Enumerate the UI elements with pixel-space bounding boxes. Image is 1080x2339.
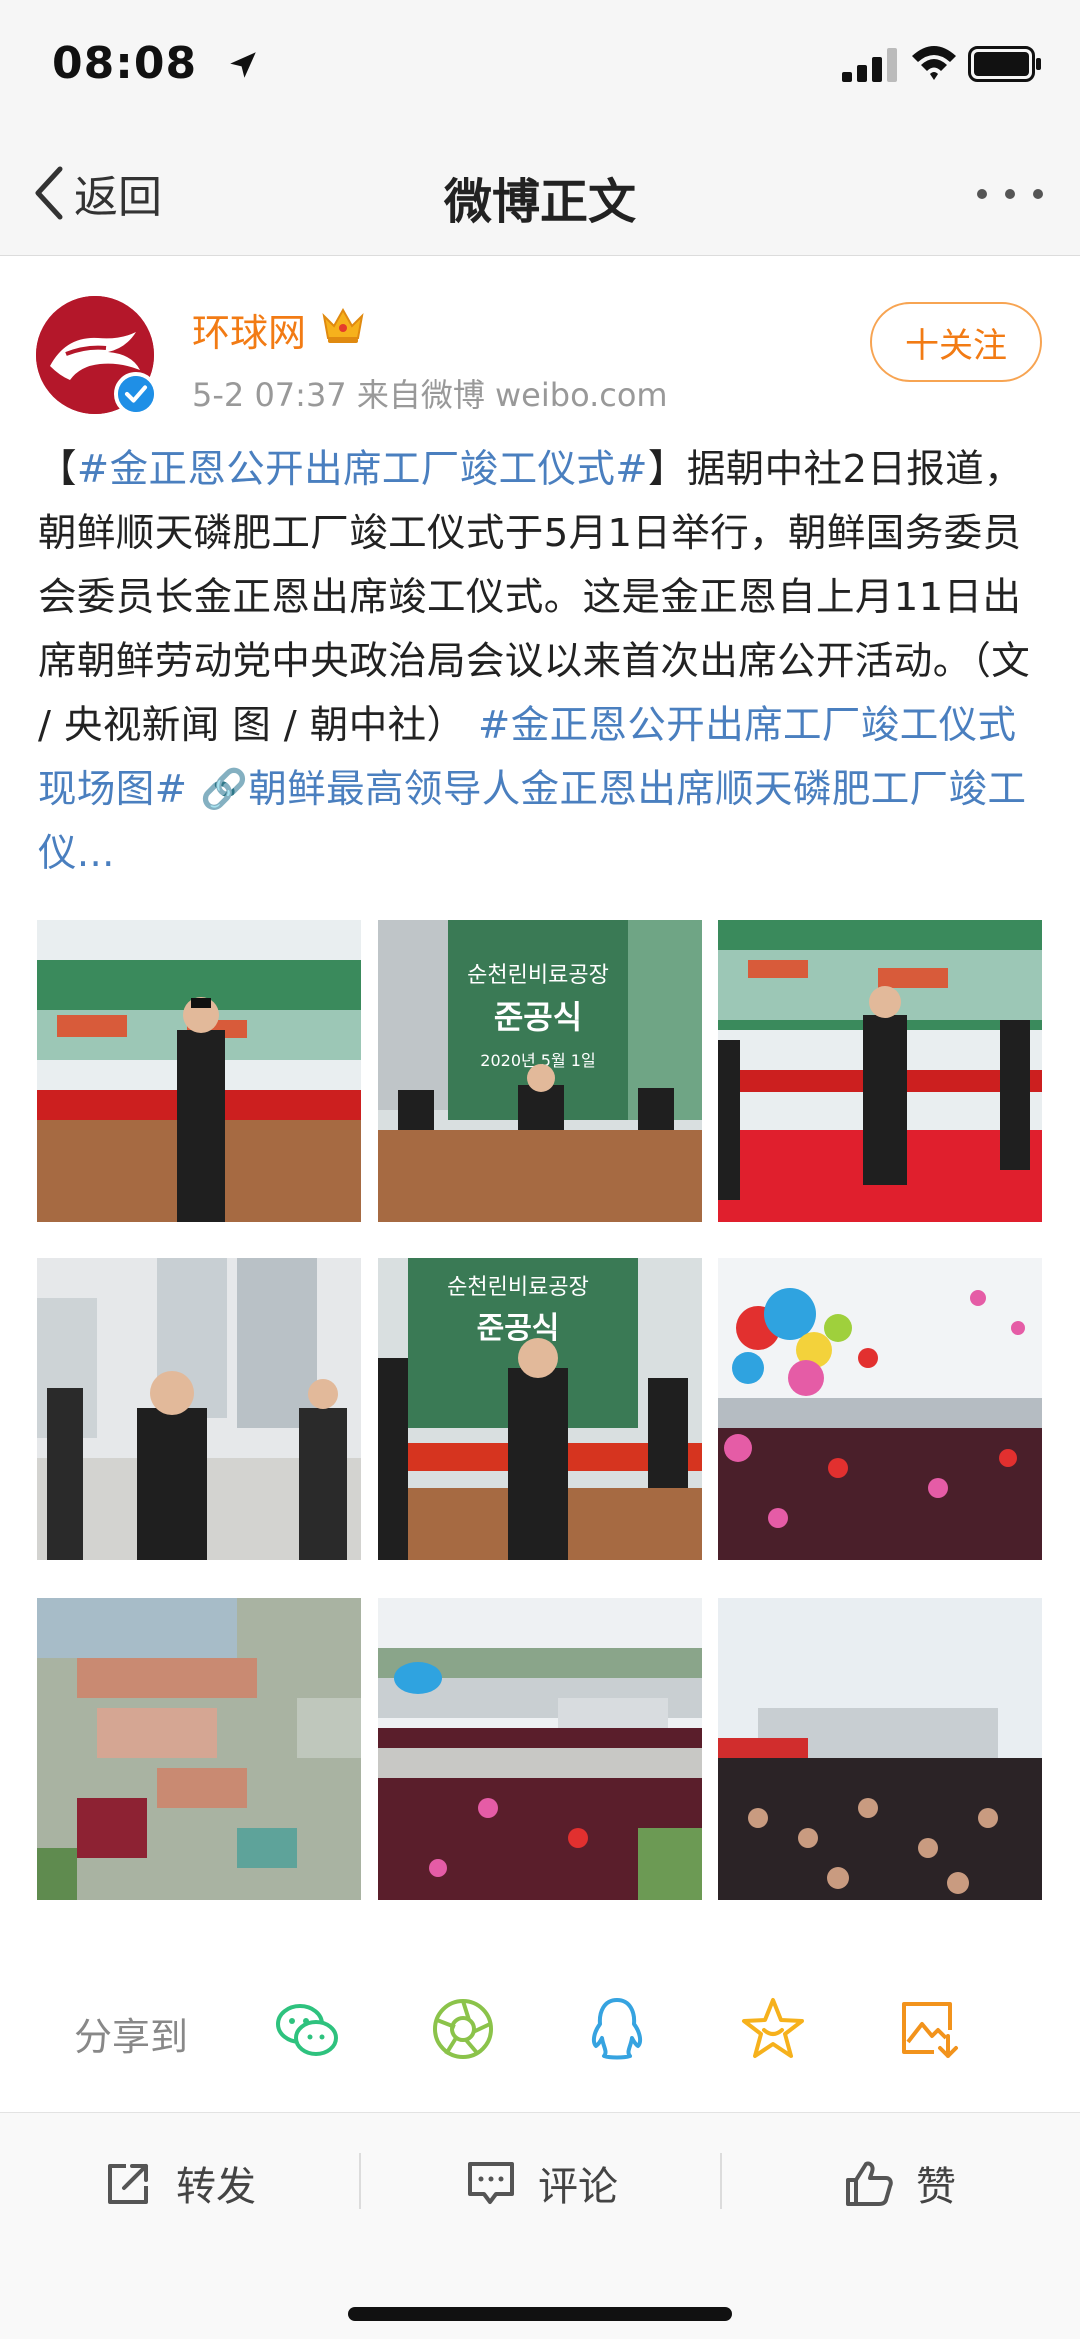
wechat-icon[interactable] — [272, 1994, 342, 2064]
comment-button[interactable]: 评论 — [466, 2151, 618, 2215]
comment-icon — [468, 2162, 514, 2204]
ceremony-sign-line-1b: 순천린비료공장 — [447, 1275, 589, 1300]
repost-label: 转发 — [176, 2164, 256, 2210]
post-photo-2[interactable]: 순천린비료공장 준공식 2020년 5월 1일 — [378, 920, 702, 1222]
post-photo-8[interactable] — [378, 1598, 702, 1900]
post-text-segment: 【 — [38, 447, 77, 492]
save-image-icon[interactable] — [894, 1994, 964, 2064]
more-options-icon[interactable] — [970, 172, 1050, 216]
home-indicator[interactable] — [348, 2307, 732, 2321]
cellular-signal-icon — [842, 48, 897, 82]
like-label: 赞 — [916, 2164, 956, 2210]
location-arrow-icon — [230, 52, 256, 78]
action-divider — [359, 2153, 361, 2209]
status-time: 08:08 — [52, 38, 198, 89]
post-photo-7[interactable] — [37, 1598, 361, 1900]
post-body: 【#金正恩公开出席工厂竣工仪式#】据朝中社2日报道，朝鲜顺天磷肥工厂竣工仪式于5… — [38, 438, 1050, 886]
battery-icon — [968, 46, 1041, 82]
share-label: 分享到 — [74, 2015, 189, 2059]
hashtag-link[interactable]: #金正恩公开出席工厂竣工仪式# — [77, 447, 648, 492]
follow-button[interactable]: 十关注 — [870, 302, 1042, 382]
nav-bar: 返回 微博正文 — [0, 132, 1080, 256]
post-photo-3[interactable] — [718, 920, 1042, 1222]
post-photo-1[interactable] — [37, 920, 361, 1222]
page-title: 微博正文 — [443, 174, 636, 230]
status-bar: 08:08 — [0, 0, 1080, 132]
action-divider — [720, 2153, 722, 2209]
like-button[interactable]: 赞 — [844, 2151, 956, 2215]
post-meta: 5-2 07:37 来自微博 weibo.com — [192, 376, 668, 414]
post-photo-9[interactable] — [718, 1598, 1042, 1900]
repost-icon — [108, 2164, 148, 2204]
bottom-action-bar: 转发 评论 赞 — [0, 2112, 1080, 2339]
verified-badge-icon — [114, 372, 158, 416]
moments-icon[interactable] — [428, 1994, 498, 2064]
post-text-segment — [187, 767, 200, 812]
qq-icon[interactable] — [582, 1994, 652, 2064]
thumbs-up-icon — [846, 2161, 893, 2206]
crown-icon — [322, 307, 364, 343]
comment-label: 评论 — [538, 2164, 618, 2210]
favorite-star-icon[interactable] — [738, 1994, 808, 2064]
repost-button[interactable]: 转发 — [104, 2151, 256, 2215]
ceremony-sign-line-1: 순천린비료공장 — [467, 963, 609, 988]
post-photo-6[interactable] — [718, 1258, 1042, 1560]
ceremony-sign-line-2: 준공식 — [494, 998, 582, 1036]
post-photo-4[interactable] — [37, 1258, 361, 1560]
post-photo-5[interactable]: 순천린비료공장 준공식 — [378, 1258, 702, 1560]
author-name[interactable]: 环球网 — [192, 302, 306, 357]
wifi-icon — [912, 46, 956, 80]
